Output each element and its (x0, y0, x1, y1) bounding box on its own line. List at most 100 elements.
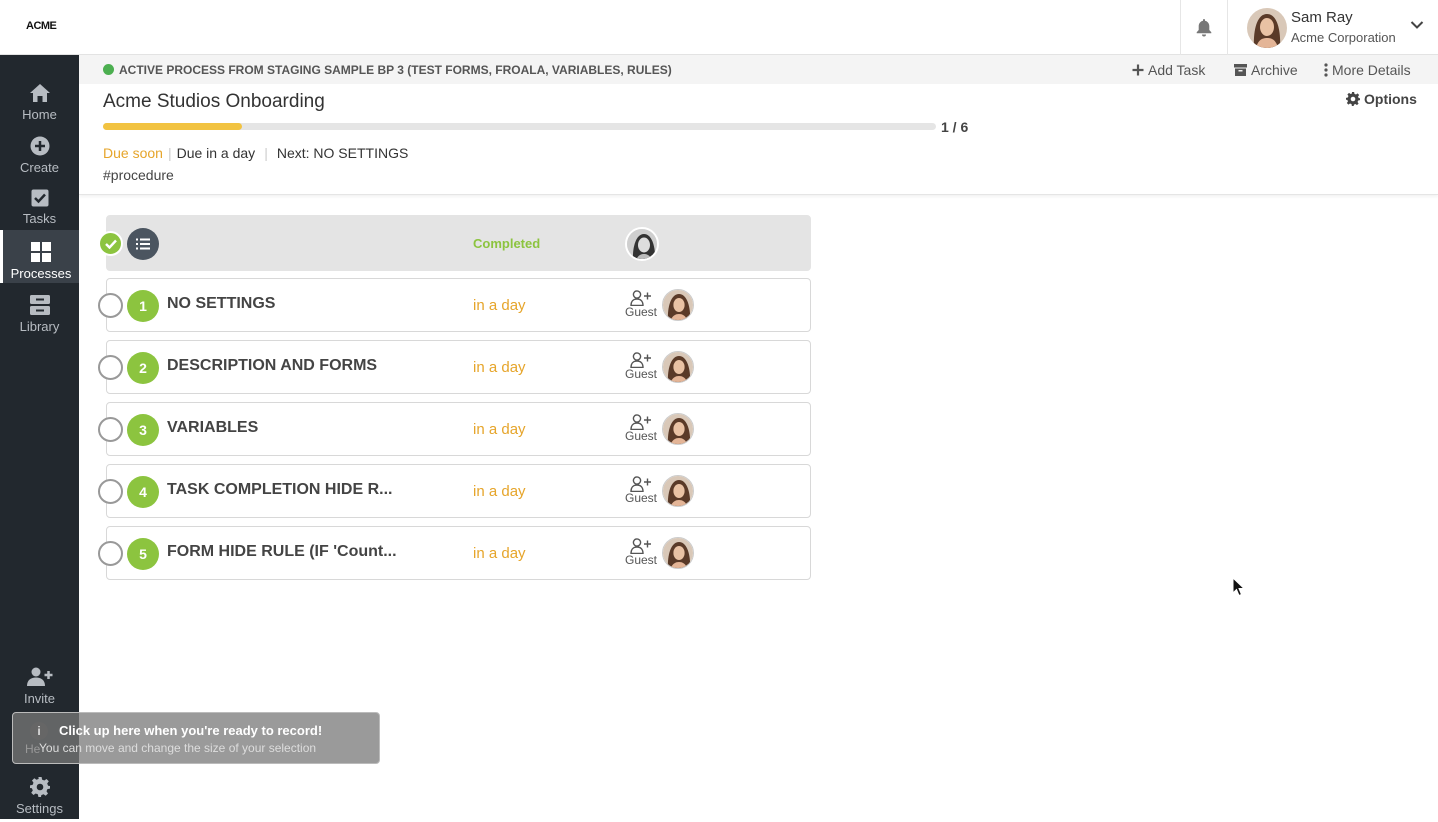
assignee-avatar[interactable] (625, 227, 659, 261)
progress-bar (103, 123, 936, 130)
bell-icon (1196, 18, 1212, 36)
progress-label: 1 / 6 (941, 119, 969, 135)
options-button[interactable]: Options (1346, 91, 1417, 107)
add-task-button[interactable]: Add Task (1132, 62, 1205, 78)
sidebar-item-label: Library (19, 319, 60, 334)
process-status-text: ACTIVE PROCESS FROM STAGING SAMPLE BP 3 … (119, 63, 672, 77)
sidebar-item-invite[interactable]: Invite (0, 659, 79, 712)
checkbox-icon (31, 189, 48, 207)
mouse-cursor-icon (1232, 577, 1246, 597)
task-checkbox[interactable] (98, 479, 123, 504)
task-number: 5 (127, 538, 159, 570)
task-name[interactable]: VARIABLES (167, 419, 258, 437)
task-status: Completed (473, 236, 541, 251)
task-row[interactable]: 4 TASK COMPLETION HIDE R... in a day Guest (98, 464, 811, 518)
grid-icon (31, 242, 51, 262)
guest-label: Guest (624, 491, 657, 505)
assignee-avatar[interactable] (662, 537, 694, 569)
add-guest-button[interactable]: Guest (624, 352, 658, 381)
task-row[interactable]: 2 DESCRIPTION AND FORMS in a day Guest (98, 340, 811, 394)
info-icon: i (30, 722, 48, 740)
gear-icon (1346, 92, 1360, 106)
sidebar-item-label: Tasks (22, 211, 57, 226)
task-row-completed[interactable]: Completed (98, 215, 811, 271)
process-tag[interactable]: #procedure (103, 167, 174, 183)
home-icon (29, 84, 50, 102)
sidebar-item-processes[interactable]: Processes (0, 230, 79, 283)
task-row[interactable]: 3 VARIABLES in a day Guest (98, 402, 811, 456)
guest-label: Guest (624, 305, 657, 319)
sidebar: Home Create Tasks Processes Library Invi… (0, 55, 79, 819)
user-menu[interactable]: Sam Ray Acme Corporation (1247, 8, 1396, 48)
check-icon (104, 239, 117, 249)
assignee-avatar[interactable] (662, 475, 694, 507)
task-name[interactable]: FORM HIDE RULE (IF 'Count... (167, 543, 397, 561)
task-row[interactable]: 5 FORM HIDE RULE (IF 'Count... in a day Gue… (98, 526, 811, 580)
add-guest-button[interactable]: Guest (624, 538, 658, 567)
recording-toast[interactable]: He i Click up here when you're ready to … (12, 712, 380, 764)
notifications-button[interactable] (1180, 0, 1228, 55)
sidebar-item-tasks[interactable]: Tasks (0, 181, 79, 234)
next-task-text: Next: NO SETTINGS (276, 145, 409, 161)
process-status-bar: ACTIVE PROCESS FROM STAGING SAMPLE BP 3 … (79, 55, 1438, 84)
toast-title: Click up here when you're ready to recor… (59, 723, 323, 738)
sidebar-item-label: Invite (23, 691, 56, 706)
vertical-dots-icon (1324, 63, 1328, 77)
gear-icon (29, 777, 50, 797)
acme-logo[interactable]: ACME (26, 20, 57, 32)
sidebar-item-label: Settings (16, 801, 63, 816)
task-name[interactable]: NO SETTINGS (167, 295, 275, 313)
archive-label: Archive (1251, 62, 1298, 78)
due-soon-badge: Due soon (103, 145, 163, 161)
task-checkbox[interactable] (98, 293, 123, 318)
sidebar-item-label: Processes (10, 266, 72, 281)
add-guest-button[interactable]: Guest (624, 476, 658, 505)
assignee-avatar[interactable] (662, 289, 694, 321)
guest-label: Guest (624, 553, 657, 567)
divider: | (167, 145, 172, 161)
sidebar-item-label: Create (19, 160, 60, 175)
user-organization: Acme Corporation (1291, 30, 1396, 45)
toast-subtitle: You can move and change the size of your… (39, 741, 317, 755)
assignee-avatar[interactable] (662, 413, 694, 445)
guest-label: Guest (624, 429, 657, 443)
archive-icon (1234, 64, 1247, 76)
task-checkbox[interactable] (98, 541, 123, 566)
add-guest-button[interactable]: Guest (624, 290, 658, 319)
task-number: 2 (127, 352, 159, 384)
add-guest-button[interactable]: Guest (624, 414, 658, 443)
task-checkbox[interactable] (98, 417, 123, 442)
chevron-down-icon[interactable] (1410, 20, 1424, 30)
completed-checkbox[interactable] (98, 231, 123, 256)
task-name[interactable]: DESCRIPTION AND FORMS (167, 357, 377, 375)
process-header: ACTIVE PROCESS FROM STAGING SAMPLE BP 3 … (79, 55, 1438, 195)
progress-fill (103, 123, 242, 130)
more-details-label: More Details (1332, 62, 1411, 78)
task-due: in a day (473, 297, 526, 314)
task-row[interactable]: 1 NO SETTINGS in a day Guest (98, 278, 811, 332)
task-checkbox[interactable] (98, 355, 123, 380)
options-label: Options (1364, 91, 1417, 107)
task-due: in a day (473, 545, 526, 562)
due-in-text: Due in a day (176, 145, 256, 161)
divider: | (264, 145, 268, 161)
guest-label: Guest (624, 367, 657, 381)
sidebar-item-library[interactable]: Library (0, 287, 79, 340)
list-icon (127, 228, 159, 260)
assignee-avatar[interactable] (662, 351, 694, 383)
user-plus-icon (26, 667, 52, 686)
user-plus-icon (630, 414, 651, 430)
task-name[interactable]: TASK COMPLETION HIDE R... (167, 481, 392, 499)
due-info: Due soon | Due in a day | Next: NO SETTI… (103, 145, 408, 161)
more-details-button[interactable]: More Details (1324, 62, 1411, 78)
plus-icon (1132, 64, 1144, 76)
plus-circle-icon (30, 136, 49, 156)
process-title: Acme Studios Onboarding (103, 91, 325, 112)
sidebar-item-home[interactable]: Home (0, 75, 79, 128)
user-avatar (1247, 8, 1287, 48)
sidebar-item-create[interactable]: Create (0, 128, 79, 181)
archive-button[interactable]: Archive (1234, 62, 1298, 78)
task-due: in a day (473, 359, 526, 376)
user-plus-icon (630, 290, 651, 306)
sidebar-item-settings[interactable]: Settings (0, 769, 79, 822)
